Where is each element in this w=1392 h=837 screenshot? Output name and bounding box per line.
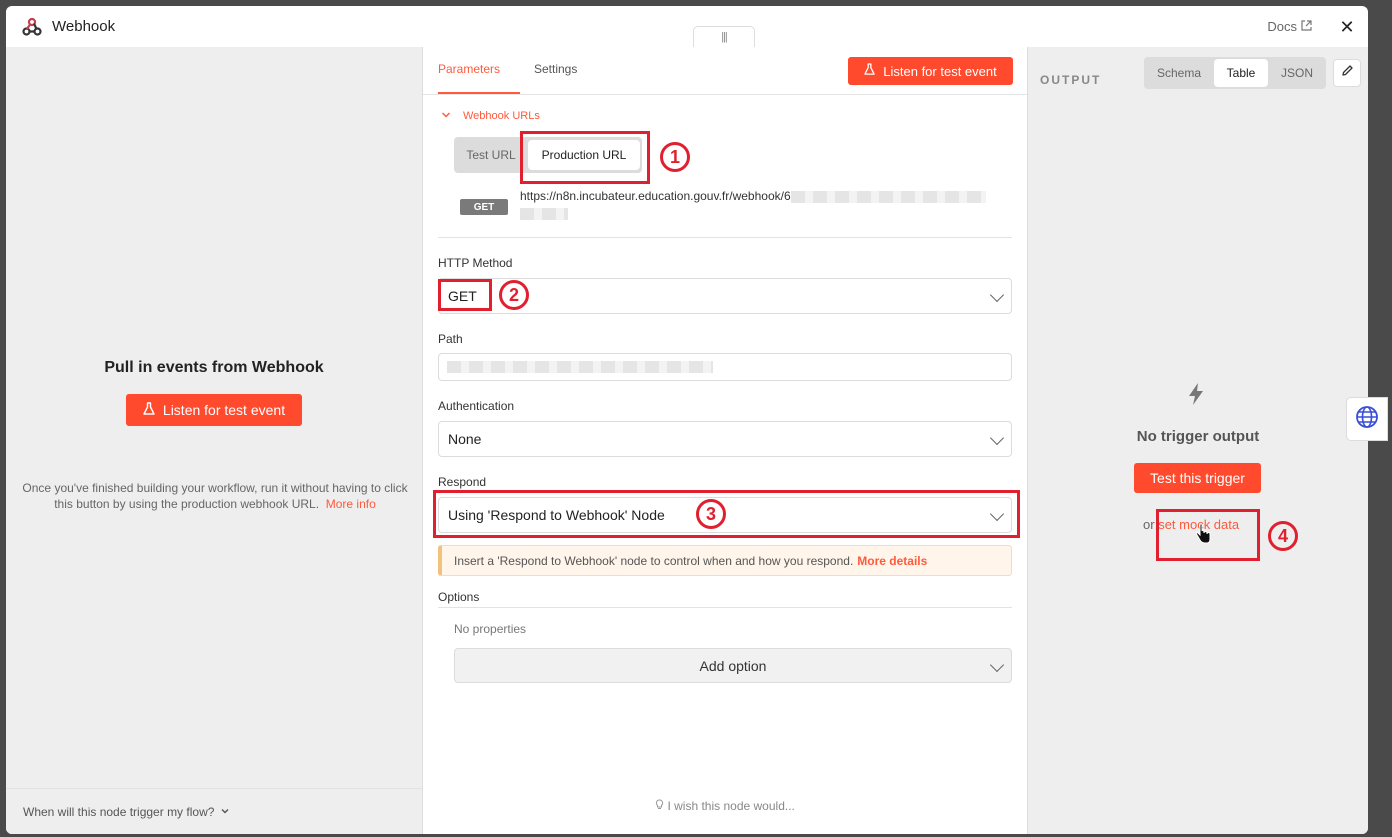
annotation-number-2: 2 [499,280,529,310]
tab-bar: Parameters Settings Listen for test even… [423,47,1027,95]
bolt-icon [1186,382,1206,406]
or-label: or [1143,517,1155,532]
node-modal: Webhook ||| Docs ✕ Pull in events from W… [6,6,1368,834]
respond-label: Respond [438,475,487,489]
add-option-label: Add option [699,657,767,674]
flask-icon [864,63,875,79]
annotation-box-3 [433,490,1020,538]
tab-settings[interactable]: Settings [534,62,577,76]
hand-cursor-icon [1194,523,1212,545]
view-json[interactable]: JSON [1270,57,1324,89]
annotation-number-1: 1 [660,142,690,172]
docs-label: Docs [1267,19,1297,34]
output-label: OUTPUT [1040,73,1102,87]
chevron-down-icon [220,805,230,819]
webhook-urls-label: Webhook URLs [463,110,540,122]
modal-header: Webhook [6,6,1368,47]
test-trigger-button[interactable]: Test this trigger [1134,463,1261,493]
method-badge: GET [460,199,508,215]
annotation-number-3: 3 [696,499,726,529]
divider [438,237,1012,238]
drag-handle[interactable]: ||| [693,26,755,47]
output-view-toggle: Schema Table JSON [1144,57,1326,89]
webhook-url[interactable]: https://n8n.incubateur.education.gouv.fr… [520,188,1010,222]
chevron-down-icon [989,287,1005,303]
lightbulb-icon [655,799,667,813]
path-label: Path [438,332,463,346]
feedback-label: I wish this node would... [667,799,795,813]
test-url-button[interactable]: Test URL [454,137,528,173]
close-button[interactable]: ✕ [1336,16,1358,38]
annotation-box-1 [520,131,650,184]
webhook-icon [22,17,42,37]
redacted-path [447,361,713,373]
parameters-panel: Parameters Settings Listen for test even… [422,47,1028,834]
input-panel: Pull in events from Webhook Listen for t… [6,47,422,834]
active-tab-indicator [438,92,520,94]
webhook-urls-toggle[interactable]: Webhook URLs [441,110,540,122]
globe-button[interactable] [1346,397,1388,441]
more-info-link[interactable]: More info [326,497,376,511]
tab-parameters[interactable]: Parameters [438,62,500,76]
annotation-number-4: 4 [1268,521,1298,551]
external-link-icon [1301,19,1312,34]
feedback-link[interactable]: I wish this node would... [423,799,1027,813]
output-panel: OUTPUT Schema Table JSON No trigger outp… [1028,47,1368,834]
annotation-box-2 [438,279,492,311]
flask-icon [143,401,155,419]
docs-link[interactable]: Docs [1267,19,1312,34]
modal-title: Webhook [52,18,116,35]
no-properties-text: No properties [454,622,527,636]
notice-text: Insert a 'Respond to Webhook' node to co… [454,553,854,568]
authentication-select[interactable]: None [438,421,1012,457]
redacted-url-part [790,190,986,203]
trigger-question[interactable]: When will this node trigger my flow? [6,788,422,834]
authentication-label: Authentication [438,399,515,413]
view-schema[interactable]: Schema [1144,57,1214,89]
no-trigger-output-title: No trigger output [1136,428,1260,445]
view-table[interactable]: Table [1214,59,1268,87]
production-url-hint: Once you've finished building your workf… [22,480,408,512]
add-option-button[interactable]: Add option [454,648,1012,683]
listen-test-event-button[interactable]: Listen for test event [126,394,302,426]
http-method-label: HTTP Method [438,256,513,270]
listen-label: Listen for test event [162,402,286,418]
more-details-link[interactable]: More details [857,554,927,568]
chevron-down-icon [441,110,451,122]
respond-notice: Insert a 'Respond to Webhook' node to co… [438,545,1012,576]
globe-icon [1355,405,1379,434]
chevron-down-icon [989,657,1005,673]
pull-events-title: Pull in events from Webhook [104,359,324,376]
options-label: Options [438,590,480,604]
trigger-question-label: When will this node trigger my flow? [23,804,215,819]
edit-output-button[interactable] [1333,59,1361,87]
path-input[interactable] [438,353,1012,381]
authentication-value: None [448,431,482,447]
listen-label: Listen for test event [883,63,997,79]
chevron-down-icon [989,430,1005,446]
divider [438,607,1012,608]
pencil-icon [1341,64,1354,82]
listen-test-event-button-top[interactable]: Listen for test event [848,57,1013,85]
webhook-url-text: https://n8n.incubateur.education.gouv.fr… [520,189,791,203]
redacted-url-part [520,207,568,220]
